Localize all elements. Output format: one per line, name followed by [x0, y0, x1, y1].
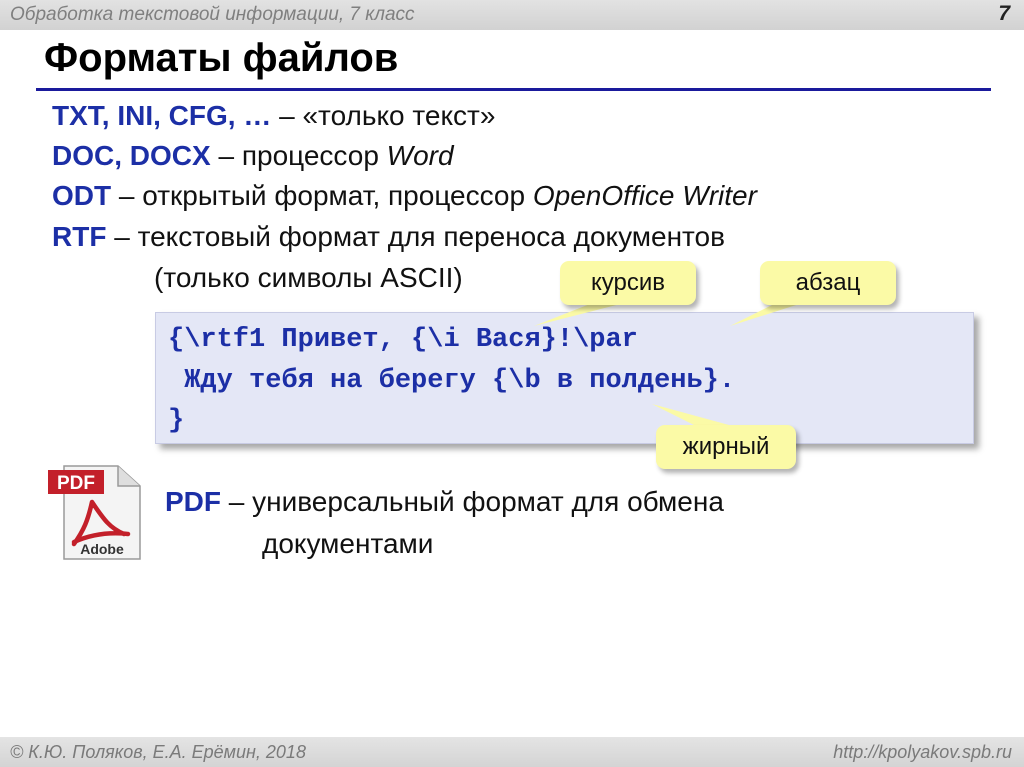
slide-header-bar: Обработка текстовой информации, 7 класс …	[0, 0, 1024, 30]
pdf-file-icon: PDF Adobe	[48, 465, 141, 560]
format-line-txt: TXT, INI, CFG, … – «только текст»	[52, 100, 496, 131]
format-desc: открытый формат, процессор	[142, 180, 533, 211]
format-name: TXT, INI, CFG, …	[52, 100, 272, 131]
format-desc: процессор	[241, 140, 387, 171]
format-desc: текстовый формат для переноса документов	[137, 221, 726, 252]
callout-bold: жирный	[656, 425, 796, 469]
footer-author: © К.Ю. Поляков, Е.А. Ерёмин, 2018	[10, 742, 306, 762]
pdf-description: PDF – универсальный формат для обмена	[165, 486, 724, 517]
pdf-description-cont: документами	[262, 528, 434, 559]
format-name: DOC, DOCX	[52, 140, 211, 171]
rtf-ascii-note: (только символы ASCII)	[154, 262, 463, 293]
slide-number: 7	[998, 2, 1010, 25]
footer-website: http://kpolyakov.spb.ru	[833, 742, 1012, 762]
callout-paragraph: абзац	[760, 261, 896, 305]
format-name: RTF	[52, 221, 107, 252]
format-line-doc: DOC, DOCX – процессор Word	[52, 140, 454, 171]
title-divider	[36, 88, 991, 91]
format-line-rtf: RTF – текстовый формат для переноса доку…	[52, 221, 726, 252]
format-desc: «только текст»	[302, 100, 496, 131]
code-line-3: }	[168, 406, 185, 436]
format-line-odt: ODT – открытый формат, процессор OpenOff…	[52, 180, 757, 211]
format-name: ODT	[52, 180, 112, 211]
code-line-2: Жду тебя на берегу {\b в полдень}.	[168, 366, 736, 396]
slide-footer-bar: © К.Ю. Поляков, Е.А. Ерёмин, 2018 http:/…	[0, 737, 1024, 767]
callout-italic: курсив	[560, 261, 696, 305]
rtf-code-example: {\rtf1 Привет, {\i Вася}!\par Жду тебя н…	[155, 312, 974, 444]
pdf-icon-label: PDF	[57, 473, 95, 494]
slide-title: Форматы файлов	[44, 36, 399, 80]
format-desc-italic: Word	[386, 140, 454, 171]
format-desc-italic: OpenOffice Writer	[532, 180, 757, 211]
pdf-icon-brand: Adobe	[80, 541, 124, 557]
slide-subject: Обработка текстовой информации, 7 класс	[10, 4, 415, 25]
format-name: PDF	[165, 486, 221, 517]
code-line-1: {\rtf1 Привет, {\i Вася}!\par	[168, 325, 638, 355]
